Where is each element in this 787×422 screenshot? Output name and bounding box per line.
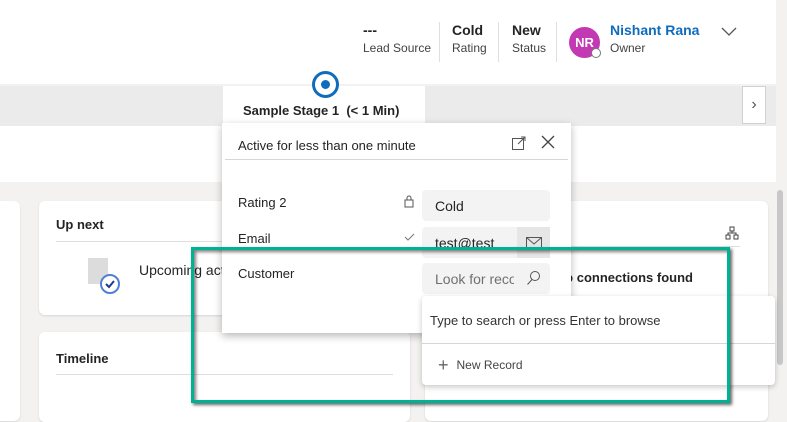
left-card	[0, 201, 20, 421]
divider	[225, 159, 568, 160]
field-value: ---	[363, 22, 377, 38]
header-field-lead-source: --- Lead Source	[363, 22, 431, 55]
field-label-email: Email	[238, 231, 271, 246]
card-title: Timeline	[56, 351, 109, 366]
stage-label: Sample Stage 1 (< 1 Min)	[243, 103, 399, 118]
next-stage-button[interactable]: ›	[742, 86, 766, 124]
highlight-box	[191, 247, 730, 403]
card-title: Up next	[56, 217, 104, 232]
divider	[498, 22, 499, 62]
field-label: Rating	[452, 41, 487, 55]
lock-icon	[404, 195, 414, 208]
divider	[439, 22, 440, 62]
pop-out-icon[interactable]	[511, 135, 527, 151]
chevron-right-icon: ›	[751, 96, 757, 113]
scrollbar-thumb[interactable]	[777, 190, 783, 365]
hierarchy-icon[interactable]	[725, 226, 739, 240]
field-label: Lead Source	[363, 41, 432, 55]
close-icon[interactable]	[541, 135, 555, 149]
owner-name-link[interactable]: Nishant Rana	[610, 22, 699, 38]
field-label-rating-2: Rating 2	[238, 195, 287, 210]
stage-name: Sample Stage 1	[243, 103, 340, 118]
flyout-title: Active for less than one minute	[238, 138, 416, 153]
field-value: New	[512, 22, 541, 38]
checkmark-icon	[404, 233, 415, 241]
divider	[556, 22, 557, 62]
presence-icon	[591, 48, 601, 58]
field-label: Status	[512, 41, 547, 55]
chevron-down-icon[interactable]	[720, 26, 738, 38]
header-field-status: New Status	[512, 22, 546, 55]
upcoming-activities-icon	[88, 258, 120, 294]
stage-active-icon	[312, 71, 339, 98]
owner-label: Owner	[610, 41, 646, 55]
rating-2-field: Cold	[422, 190, 550, 221]
field-value: Cold	[452, 22, 484, 38]
header-field-rating: Cold Rating	[452, 22, 487, 55]
stage-duration: (< 1 Min)	[346, 103, 400, 118]
owner-field: Nishant Rana Owner	[610, 22, 699, 55]
